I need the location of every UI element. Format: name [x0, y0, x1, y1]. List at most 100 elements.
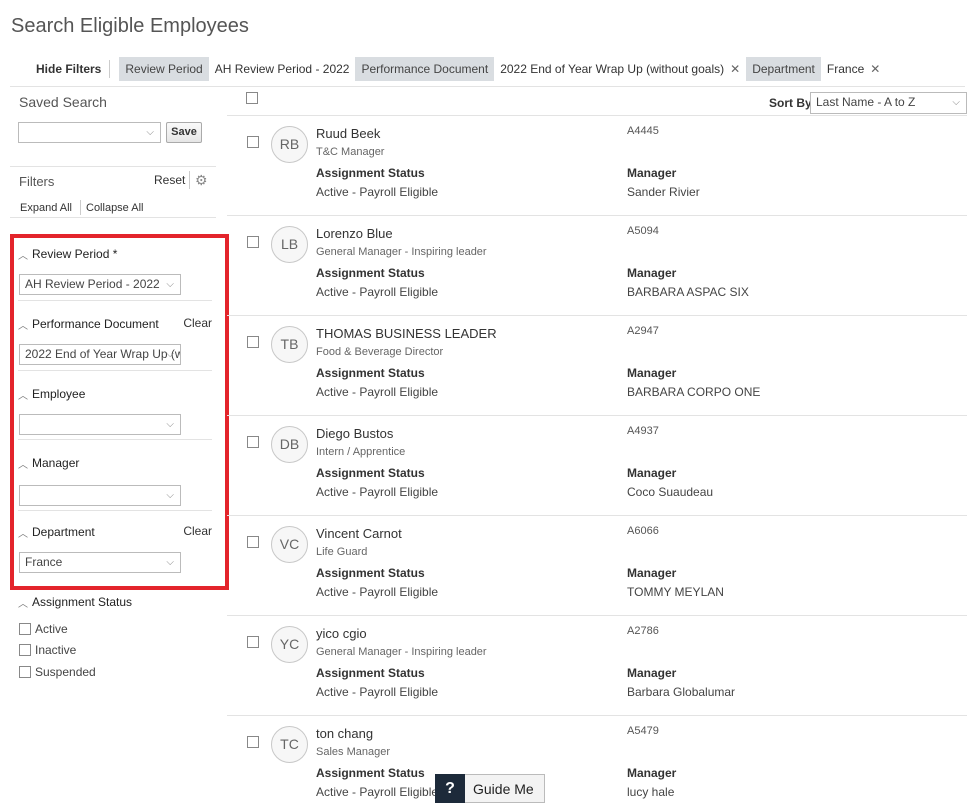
status-option-active[interactable]: Active: [19, 622, 68, 636]
filter-section-header[interactable]: ︿ Review Period *: [18, 246, 212, 262]
employee-name[interactable]: THOMAS BUSINESS LEADER: [316, 326, 497, 341]
employee-card: LB Lorenzo Blue General Manager - Inspirin…: [227, 215, 967, 315]
select-all-checkbox[interactable]: [246, 92, 258, 104]
filter-section-header[interactable]: ︿ Manager: [18, 455, 212, 471]
employee-id: A4937: [627, 425, 659, 437]
manager-label: Manager: [627, 466, 677, 480]
assignment-status-value: Active - Payroll Eligible: [316, 385, 439, 399]
filter-section-review-period: ︿ Review Period * AH Review Period - 202…: [18, 246, 212, 301]
filter-chip-value: France ✕: [821, 57, 886, 81]
manager-value: BARBARA ASPAC SIX: [627, 285, 749, 299]
saved-search-select[interactable]: ⌵: [18, 122, 161, 143]
filter-section-title: Performance Document: [32, 317, 159, 331]
manager-label: Manager: [627, 166, 677, 180]
chevron-up-icon: ︿: [18, 320, 28, 332]
employee-job-title: Life Guard: [316, 546, 368, 558]
employee-checkbox[interactable]: [247, 736, 259, 748]
filter-section-header[interactable]: ︿ Employee: [18, 386, 212, 402]
manager-label: Manager: [627, 366, 677, 380]
employee-name[interactable]: Ruud Beek: [316, 126, 380, 141]
status-option-inactive[interactable]: Inactive: [19, 643, 76, 657]
assignment-status-label: Assignment Status: [316, 466, 425, 480]
employee-card: VC Vincent Carnot Life Guard A6066 Assignmen…: [227, 515, 967, 615]
employee-name[interactable]: Diego Bustos: [316, 426, 393, 441]
divider: [80, 200, 81, 215]
filter-section-assignment-status: ︿ Assignment Status: [18, 594, 212, 610]
avatar: DB: [271, 426, 308, 463]
filter-chip-value-text: 2022 End of Year Wrap Up (without goals): [500, 62, 725, 76]
employee-select[interactable]: ⌵: [19, 414, 181, 435]
review-period-select[interactable]: AH Review Period - 2022 ⌵: [19, 274, 181, 295]
applied-filters-bar: Hide Filters Review Period AH Review Per…: [28, 57, 886, 81]
employee-name[interactable]: Vincent Carnot: [316, 526, 402, 541]
status-option-suspended[interactable]: Suspended: [19, 665, 96, 679]
clear-performance-document-link[interactable]: Clear: [183, 316, 212, 330]
filter-chip-label: Performance Document: [355, 57, 495, 81]
chevron-up-icon: ︿: [18, 390, 28, 402]
sort-by-label: Sort By: [769, 96, 812, 110]
avatar: TC: [271, 726, 308, 763]
employee-job-title: Food & Beverage Director: [316, 346, 444, 358]
manager-label: Manager: [627, 766, 677, 780]
filter-chip-label: Department: [746, 57, 821, 81]
employee-job-title: General Manager - Inspiring leader: [316, 246, 487, 258]
employee-checkbox[interactable]: [247, 136, 259, 148]
employee-checkbox[interactable]: [247, 236, 259, 248]
divider: [18, 370, 212, 371]
remove-chip-icon[interactable]: ✕: [730, 57, 740, 81]
filter-section-title: Employee: [32, 387, 86, 401]
save-search-button[interactable]: Save: [166, 122, 202, 143]
remove-chip-icon[interactable]: ✕: [870, 57, 880, 81]
filter-chip-value: 2022 End of Year Wrap Up (without goals)…: [494, 57, 746, 81]
manager-value: BARBARA CORPO ONE: [627, 385, 761, 399]
checkbox[interactable]: [19, 623, 31, 635]
chevron-up-icon: ︿: [18, 250, 28, 262]
avatar: RB: [271, 126, 308, 163]
department-select[interactable]: France ⌵: [19, 552, 181, 573]
performance-document-select[interactable]: 2022 End of Year Wrap Up (w ⌵: [19, 344, 181, 365]
filter-section-department: ︿ Department Clear France ⌵: [18, 524, 212, 573]
filter-section-header[interactable]: ︿ Assignment Status: [18, 594, 212, 610]
chevron-down-icon: ⌵: [166, 279, 174, 290]
employee-job-title: Sales Manager: [316, 746, 390, 758]
filter-section-performance-document: ︿ Performance Document Clear 2022 End of…: [18, 316, 212, 371]
avatar: LB: [271, 226, 308, 263]
employee-name[interactable]: Lorenzo Blue: [316, 226, 393, 241]
assignment-status-label: Assignment Status: [316, 166, 425, 180]
avatar: TB: [271, 326, 308, 363]
employee-checkbox[interactable]: [247, 536, 259, 548]
help-icon: ?: [435, 773, 465, 803]
manager-select[interactable]: ⌵: [19, 485, 181, 506]
checkbox[interactable]: [19, 666, 31, 678]
sort-value: Last Name - A to Z: [816, 95, 916, 109]
checkbox[interactable]: [19, 644, 31, 656]
saved-search-title: Saved Search: [19, 94, 107, 110]
manager-label: Manager: [627, 566, 677, 580]
chevron-down-icon: ⌵: [952, 97, 960, 108]
manager-value: TOMMY MEYLAN: [627, 585, 724, 599]
assignment-status-value: Active - Payroll Eligible: [316, 485, 439, 499]
employee-job-title: T&C Manager: [316, 146, 385, 158]
employee-checkbox[interactable]: [247, 436, 259, 448]
expand-all-link[interactable]: Expand All: [20, 202, 72, 214]
manager-label: Manager: [627, 666, 677, 680]
hide-filters-link[interactable]: Hide Filters: [28, 60, 111, 78]
reset-filters-link[interactable]: Reset: [154, 173, 185, 187]
employee-name[interactable]: ton chang: [316, 726, 373, 741]
filter-section-employee: ︿ Employee ⌵: [18, 386, 212, 440]
gear-icon[interactable]: ⚙: [195, 172, 208, 189]
status-option-label: Active: [35, 622, 68, 636]
employee-checkbox[interactable]: [247, 636, 259, 648]
employee-job-title: Intern / Apprentice: [316, 446, 406, 458]
collapse-all-link[interactable]: Collapse All: [86, 202, 143, 214]
clear-department-link[interactable]: Clear: [183, 524, 212, 538]
divider: [189, 171, 190, 189]
divider: [18, 439, 212, 440]
filter-section-manager: ︿ Manager ⌵: [18, 455, 212, 511]
select-value: France: [25, 555, 63, 569]
employee-checkbox[interactable]: [247, 336, 259, 348]
guide-me-button[interactable]: ? Guide Me: [435, 773, 545, 803]
employee-card: TC ton chang Sales Manager A5479 Assignment …: [227, 715, 967, 803]
sort-by-select[interactable]: Last Name - A to Z ⌵: [810, 92, 967, 114]
employee-name[interactable]: yico cgio: [316, 626, 367, 641]
